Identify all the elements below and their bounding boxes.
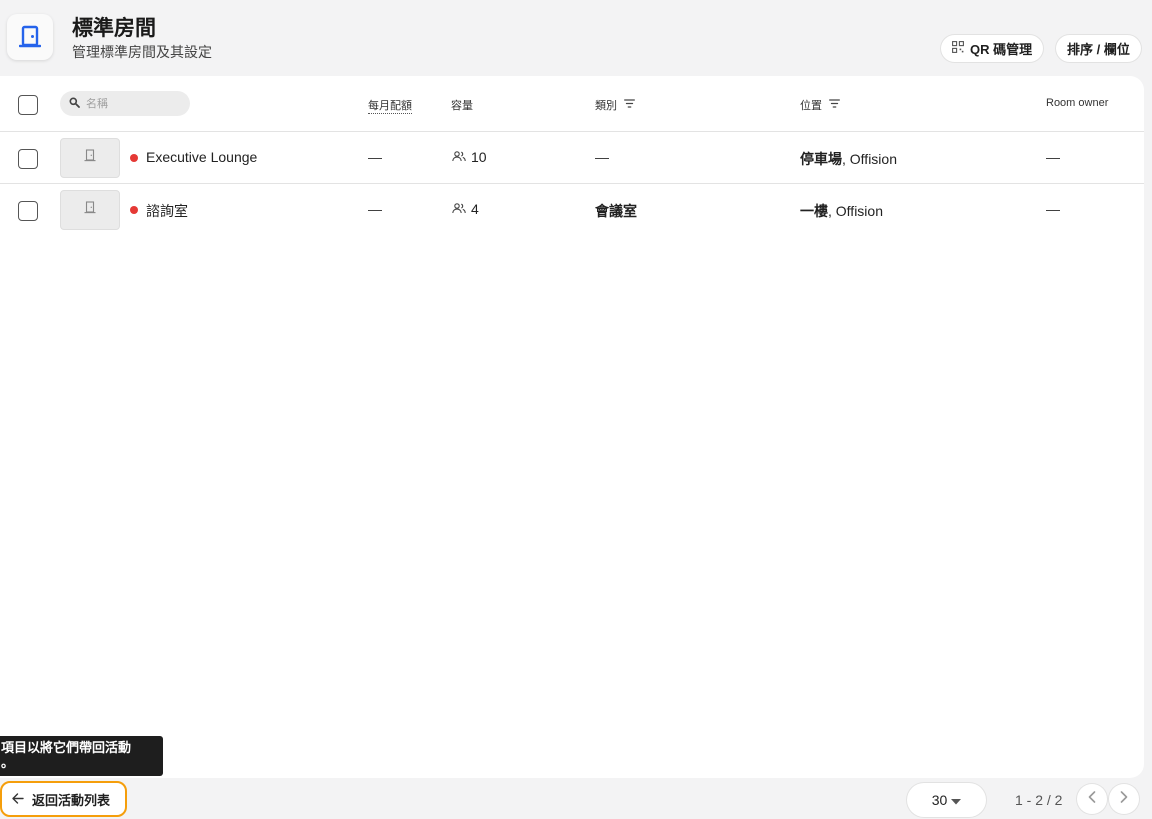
page-size-select[interactable]: 30 bbox=[907, 783, 986, 817]
capacity-value: 4 bbox=[471, 201, 479, 217]
search-input[interactable] bbox=[86, 97, 181, 110]
chevron-right-icon bbox=[1120, 790, 1128, 808]
door-icon bbox=[84, 201, 96, 219]
tooltip-line-2: 。 bbox=[1, 755, 15, 770]
room-thumbnail bbox=[60, 190, 120, 230]
location-primary: 停車場 bbox=[800, 151, 842, 167]
previous-page-button[interactable] bbox=[1077, 784, 1107, 814]
column-capacity[interactable]: 容量 bbox=[451, 97, 473, 113]
sort-columns-button[interactable]: 排序 / 欄位 bbox=[1056, 35, 1141, 62]
page-size-value: 30 bbox=[931, 792, 948, 808]
status-dot bbox=[130, 206, 138, 214]
column-location[interactable]: 位置 bbox=[800, 97, 840, 113]
door-icon bbox=[84, 149, 96, 167]
location-cell: 停車場 , Offision bbox=[800, 149, 897, 169]
room-thumbnail bbox=[60, 138, 120, 178]
column-location-label: 位置 bbox=[800, 100, 822, 112]
category-value: — bbox=[595, 149, 609, 165]
column-capacity-label: 容量 bbox=[451, 100, 473, 112]
category-value: 會議室 bbox=[595, 203, 637, 219]
pagination-range: 1 - 2 / 2 bbox=[1015, 792, 1063, 808]
location-primary: 一樓 bbox=[800, 203, 828, 219]
arrow-left-icon bbox=[12, 792, 24, 807]
page-header: 標準房間 管理標準房間及其設定 QR 碼管理 排序 / 欄位 bbox=[0, 0, 1152, 76]
location-cell: 一樓 , Offision bbox=[800, 201, 883, 221]
page-title: 標準房間 bbox=[72, 17, 156, 40]
capacity-cell: 10 bbox=[452, 149, 487, 165]
people-icon bbox=[452, 201, 466, 217]
table-header: 每月配額 容量 類別 位置 Room owner bbox=[0, 76, 1144, 132]
caret-down-icon bbox=[951, 792, 962, 808]
qr-code-icon bbox=[952, 41, 964, 56]
back-to-activity-list-button[interactable]: 返回活動列表 bbox=[0, 781, 127, 817]
search-icon bbox=[69, 95, 80, 113]
monthly-quota-value: — bbox=[368, 149, 382, 165]
table-row[interactable]: Executive Lounge — 10 — 停車場 , Offision — bbox=[0, 132, 1144, 184]
back-button-label: 返回活動列表 bbox=[32, 792, 111, 808]
rooms-table: 每月配額 容量 類別 位置 Room owner bbox=[0, 76, 1144, 778]
column-room-owner[interactable]: Room owner bbox=[1046, 97, 1108, 109]
sort-columns-label: 排序 / 欄位 bbox=[1067, 42, 1130, 57]
door-icon bbox=[7, 14, 53, 60]
people-icon bbox=[452, 149, 466, 165]
tooltip: 項目以將它們帶回活動 。 bbox=[0, 736, 163, 776]
column-room-owner-label: Room owner bbox=[1046, 97, 1109, 109]
filter-icon[interactable] bbox=[624, 99, 635, 111]
monthly-quota-value: — bbox=[368, 201, 382, 217]
column-monthly-quota-label: 每月配額 bbox=[368, 97, 412, 114]
column-category-label: 類別 bbox=[595, 100, 617, 112]
location-secondary: , Offision bbox=[828, 203, 883, 219]
page-subtitle: 管理標準房間及其設定 bbox=[72, 44, 212, 60]
room-name[interactable]: Executive Lounge bbox=[146, 149, 257, 165]
capacity-cell: 4 bbox=[452, 201, 479, 217]
room-owner-value: — bbox=[1046, 201, 1060, 217]
column-monthly-quota[interactable]: 每月配額 bbox=[368, 97, 412, 114]
status-dot bbox=[130, 154, 138, 162]
search-field[interactable] bbox=[60, 91, 190, 116]
capacity-value: 10 bbox=[471, 149, 487, 165]
qr-management-button[interactable]: QR 碼管理 bbox=[941, 35, 1044, 62]
filter-icon[interactable] bbox=[829, 99, 840, 111]
row-checkbox[interactable] bbox=[18, 201, 38, 221]
table-row[interactable]: 諮詢室 — 4 會議室 一樓 , Offision — bbox=[0, 184, 1144, 236]
tooltip-line-1: 項目以將它們帶回活動 bbox=[1, 740, 132, 755]
room-name[interactable]: 諮詢室 bbox=[146, 201, 188, 221]
next-page-button[interactable] bbox=[1109, 784, 1139, 814]
row-checkbox[interactable] bbox=[18, 149, 38, 169]
location-secondary: , Offision bbox=[842, 151, 897, 167]
qr-management-label: QR 碼管理 bbox=[970, 42, 1033, 57]
room-owner-value: — bbox=[1046, 149, 1060, 165]
select-all-checkbox[interactable] bbox=[18, 95, 38, 115]
column-category[interactable]: 類別 bbox=[595, 97, 635, 113]
chevron-left-icon bbox=[1088, 790, 1096, 808]
